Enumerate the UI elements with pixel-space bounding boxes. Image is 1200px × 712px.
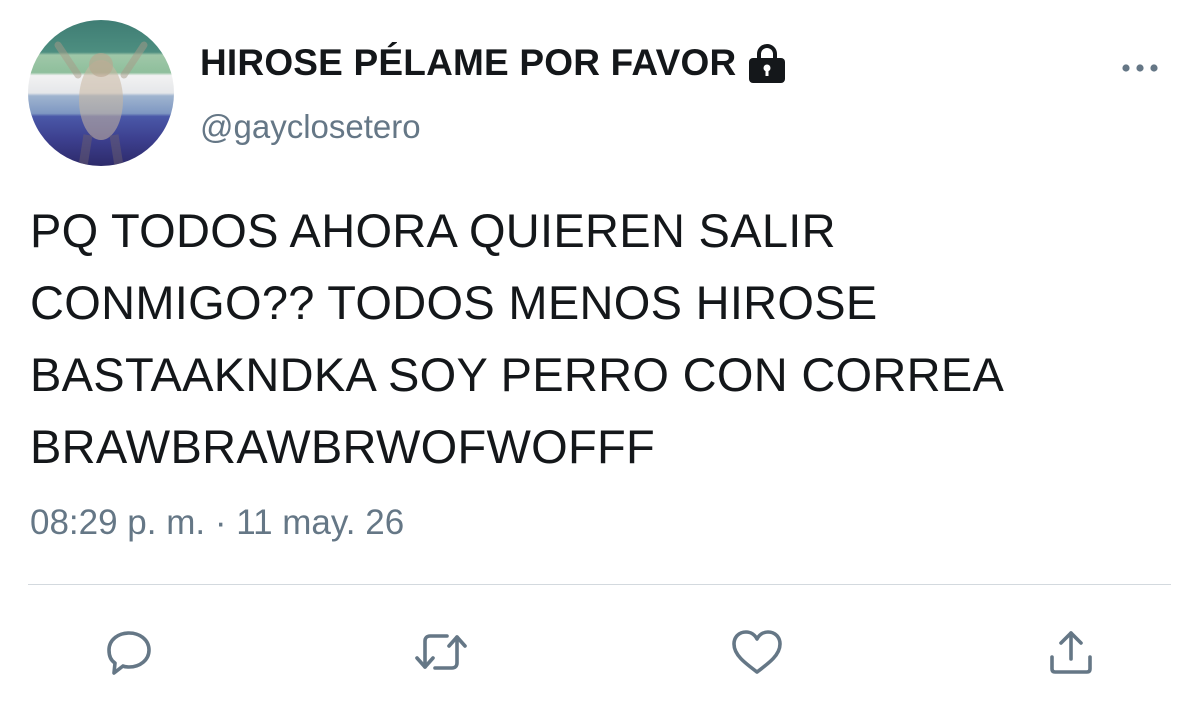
share-button[interactable] xyxy=(1043,624,1099,680)
avatar-figure xyxy=(54,41,148,166)
more-options-button[interactable] xyxy=(1116,56,1164,80)
heart-icon xyxy=(732,630,782,674)
avatar[interactable] xyxy=(28,20,174,166)
more-icon xyxy=(1122,64,1158,72)
retweet-button[interactable] xyxy=(413,624,469,680)
reply-button[interactable] xyxy=(101,624,157,680)
like-button[interactable] xyxy=(729,624,785,680)
tweet: HIROSE PÉLAME POR FAVOR @gayclosetero PQ… xyxy=(0,0,1200,712)
display-name[interactable]: HIROSE PÉLAME POR FAVOR xyxy=(200,42,736,84)
user-handle[interactable]: @gayclosetero xyxy=(200,108,421,146)
retweet-icon xyxy=(415,634,467,670)
comment-icon xyxy=(107,631,151,675)
divider xyxy=(28,584,1171,585)
lock-icon xyxy=(744,43,790,83)
author-row: HIROSE PÉLAME POR FAVOR xyxy=(200,40,790,86)
tweet-text: PQ TODOS AHORA QUIEREN SALIR CONMIGO?? T… xyxy=(30,204,1005,473)
timestamp[interactable]: 08:29 p. m. · 11 may. 26 xyxy=(30,503,404,543)
share-icon xyxy=(1050,631,1092,674)
